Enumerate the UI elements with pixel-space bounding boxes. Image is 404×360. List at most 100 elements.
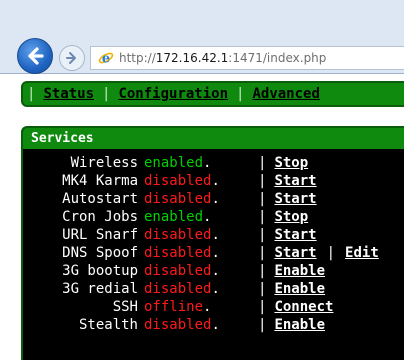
service-status-cell: disabled. — [144, 280, 258, 298]
service-status-cell: enabled. — [144, 208, 258, 226]
status-period: . — [211, 191, 220, 207]
services-title: Services — [23, 128, 404, 149]
enable-link[interactable]: Enable — [274, 263, 325, 279]
back-button[interactable] — [17, 38, 53, 74]
service-row-stealth: Stealth disabled. | Enable — [23, 316, 379, 334]
service-name: Autostart — [62, 191, 138, 207]
service-actions: Start — [274, 190, 378, 208]
browser-toolbar: e http://172.16.42.1:1471/index.php — [0, 0, 404, 74]
separator: | — [258, 155, 267, 171]
service-status-cell: disabled. — [144, 244, 258, 262]
forward-button[interactable] — [59, 45, 85, 71]
service-status: disabled — [144, 227, 212, 243]
status-period: . — [211, 173, 220, 189]
status-period: . — [211, 245, 220, 261]
service-name: Cron Jobs — [62, 209, 138, 225]
service-actions: Enable — [274, 280, 378, 298]
service-status-cell: disabled. — [144, 226, 258, 244]
nav-separator: | — [27, 86, 36, 102]
start-link[interactable]: Start — [274, 191, 316, 207]
nav-link-status[interactable]: Status — [43, 86, 94, 102]
svg-text:e: e — [102, 52, 110, 67]
service-status: disabled — [144, 263, 212, 279]
separator: | — [258, 191, 267, 207]
edit-link[interactable]: Edit — [345, 245, 379, 261]
service-name: MK4 Karma — [62, 173, 138, 189]
address-bar[interactable]: e http://172.16.42.1:1471/index.php — [90, 46, 404, 70]
enable-link[interactable]: Enable — [274, 281, 325, 297]
service-actions: Stop — [274, 208, 378, 226]
service-status: disabled — [144, 173, 212, 189]
separator: | — [258, 245, 267, 261]
services-panel: Services Wireless enabled. | Stop MK4 Karma d… — [21, 126, 404, 360]
url-text: http://172.16.42.1:1471/index.php — [119, 51, 326, 65]
service-name: 3G bootup — [62, 263, 138, 279]
service-status: disabled — [144, 281, 212, 297]
nav-link-configuration[interactable]: Configuration — [118, 86, 228, 102]
service-status-cell: disabled. — [144, 262, 258, 280]
internet-explorer-icon: e — [98, 50, 114, 66]
service-row-autostart: Autostart disabled. | Start — [23, 190, 379, 208]
status-period: . — [211, 263, 220, 279]
service-row-3g-bootup: 3G bootup disabled. | Enable — [23, 262, 379, 280]
status-period: . — [211, 281, 220, 297]
service-name: Wireless — [70, 155, 138, 171]
service-actions: Start — [274, 172, 378, 190]
service-actions: Start | Edit — [274, 244, 378, 262]
top-nav: | Status | Configuration | Advanced — [21, 81, 404, 107]
forward-arrow-icon — [66, 52, 76, 64]
service-row-3g-redial: 3G redial disabled. | Enable — [23, 280, 379, 298]
service-actions: Enable — [274, 316, 378, 334]
status-period: . — [211, 317, 220, 333]
stop-link[interactable]: Stop — [274, 209, 308, 225]
connect-link[interactable]: Connect — [274, 299, 333, 315]
service-row-dns-spoof: DNS Spoof disabled. | Start | Edit — [23, 244, 379, 262]
page-content: | Status | Configuration | Advanced Serv… — [0, 74, 404, 360]
url-rest: :1471/index.php — [228, 51, 327, 65]
start-link[interactable]: Start — [274, 173, 316, 189]
stop-link[interactable]: Stop — [274, 155, 308, 171]
nav-link-advanced[interactable]: Advanced — [252, 86, 319, 102]
separator: | — [258, 263, 267, 279]
services-table: Wireless enabled. | Stop MK4 Karma disabled. |… — [23, 154, 379, 334]
separator: | — [258, 173, 267, 189]
service-name: Stealth — [78, 317, 138, 333]
enable-link[interactable]: Enable — [274, 317, 325, 333]
service-status-cell: disabled. — [144, 190, 258, 208]
url-prefix: http:// — [119, 51, 156, 65]
service-row-ssh: SSH offline. | Connect — [23, 298, 379, 316]
separator: | — [258, 227, 267, 243]
separator: | — [258, 299, 267, 315]
service-status-cell: disabled. — [144, 316, 258, 334]
service-row-url-snarf: URL Snarf disabled. | Start — [23, 226, 379, 244]
status-period: . — [203, 155, 212, 171]
service-status: enabled — [144, 209, 204, 225]
separator: | — [326, 245, 336, 261]
nav-separator: | — [236, 86, 245, 102]
separator: | — [258, 281, 267, 297]
url-host: 172.16.42.1 — [155, 51, 229, 65]
service-status-cell: disabled. — [144, 172, 258, 190]
separator: | — [258, 317, 267, 333]
service-status-cell: enabled. — [144, 154, 258, 172]
service-status: enabled — [144, 155, 204, 171]
service-status: offline — [144, 299, 204, 315]
service-actions: Connect — [274, 298, 378, 316]
service-actions: Stop — [274, 154, 378, 172]
back-arrow-icon — [28, 47, 44, 65]
service-status: disabled — [144, 317, 212, 333]
service-row-mk4-karma: MK4 Karma disabled. | Start — [23, 172, 379, 190]
service-status: disabled — [144, 191, 212, 207]
service-actions: Enable — [274, 262, 378, 280]
service-status-cell: offline. — [144, 298, 258, 316]
status-period: . — [211, 227, 220, 243]
service-actions: Start — [274, 226, 378, 244]
start-link[interactable]: Start — [274, 227, 316, 243]
nav-separator: | — [102, 86, 111, 102]
start-link[interactable]: Start — [274, 245, 316, 261]
service-row-cron-jobs: Cron Jobs enabled. | Stop — [23, 208, 379, 226]
status-period: . — [203, 299, 212, 315]
service-name: 3G redial — [62, 281, 138, 297]
service-name: URL Snarf — [62, 227, 138, 243]
service-row-wireless: Wireless enabled. | Stop — [23, 154, 379, 172]
